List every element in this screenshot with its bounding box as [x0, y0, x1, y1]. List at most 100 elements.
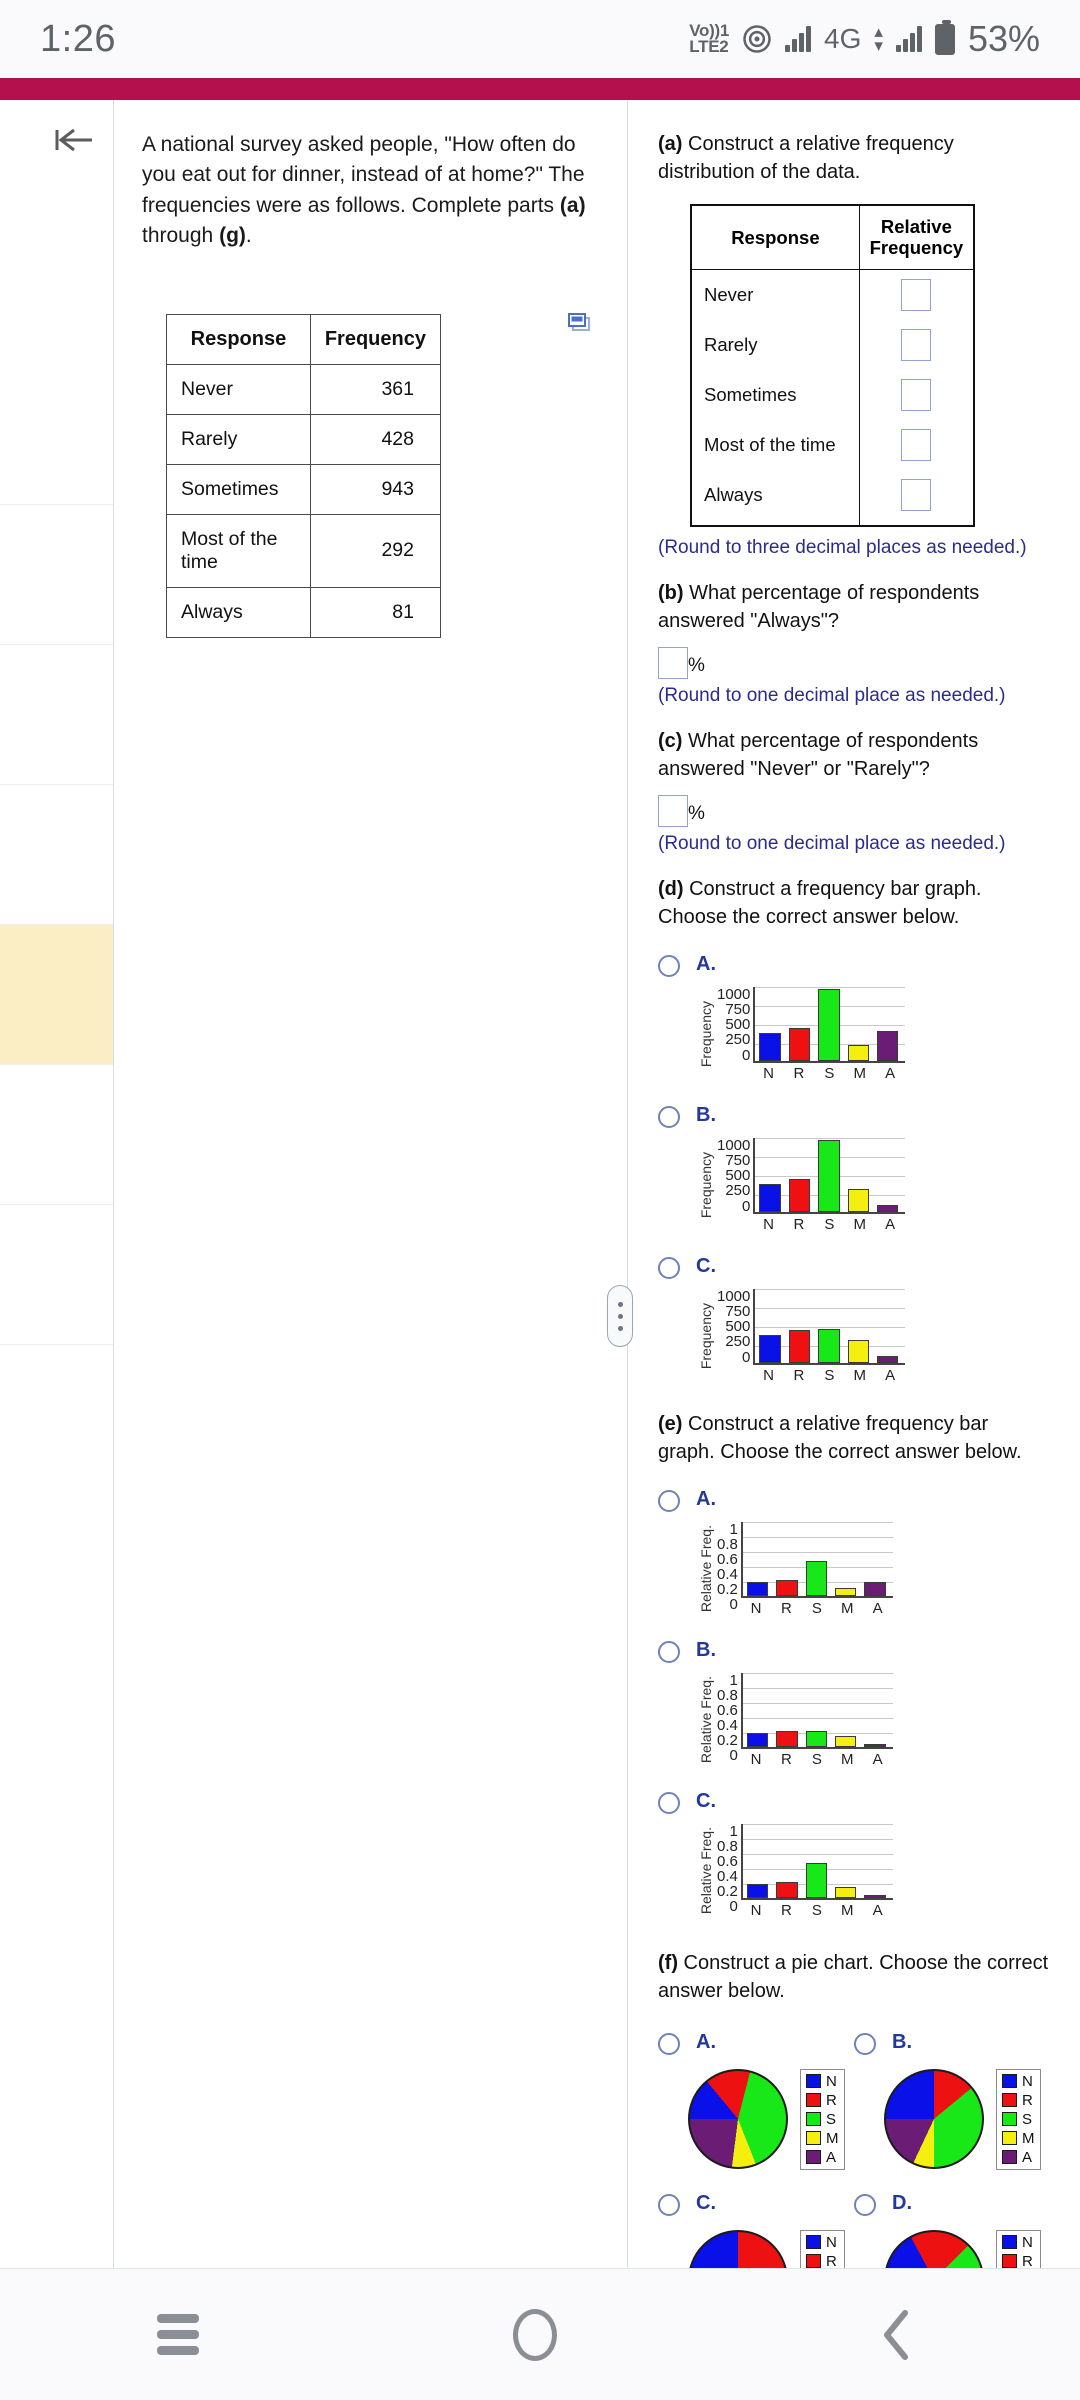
rail-row[interactable]	[0, 645, 113, 785]
legend-item: M	[999, 2129, 1038, 2148]
column-header-relative-frequency: Relative Frequency	[858, 204, 975, 270]
rail-row[interactable]	[0, 785, 113, 925]
rail-row[interactable]	[0, 1065, 113, 1205]
back-to-start-icon[interactable]	[52, 125, 96, 160]
relative-frequency-input[interactable]	[901, 328, 932, 361]
radio-button[interactable]	[658, 1791, 680, 1814]
status-clock: 1:26	[40, 17, 116, 60]
bar	[776, 1882, 798, 1898]
rail-row[interactable]	[0, 505, 113, 645]
radio-button[interactable]	[658, 1489, 680, 1512]
part-b-text-2: "Always"?	[750, 609, 839, 632]
part-b-input[interactable]	[658, 646, 688, 679]
x-tick-label: S	[811, 1750, 822, 1768]
radio-button[interactable]	[658, 1640, 680, 1663]
table-header-row: Response Relative Frequency	[690, 204, 975, 270]
back-button[interactable]	[871, 2305, 923, 2365]
option-b-row[interactable]: B.	[854, 2031, 1050, 2055]
option-c-row[interactable]: C.	[658, 2192, 854, 2216]
radio-button[interactable]	[854, 2193, 876, 2216]
legend-item: R	[999, 2252, 1038, 2268]
part-f-option-b[interactable]: B. NRSMA	[854, 2009, 1050, 2170]
option-letter: B.	[696, 1103, 716, 1126]
x-tick-label: R	[793, 1366, 805, 1384]
bar	[864, 1894, 886, 1898]
bar	[805, 1731, 828, 1747]
radio-button[interactable]	[658, 2032, 680, 2055]
copy-to-clipboard-icon[interactable]	[567, 312, 593, 341]
y-tick-label: 0	[742, 1348, 751, 1366]
cell-response: Always	[166, 586, 311, 638]
relative-frequency-input[interactable]	[901, 428, 932, 461]
bar	[818, 1139, 840, 1212]
rail-row[interactable]	[0, 1205, 113, 1345]
part-e-option-a[interactable]: A.	[658, 1488, 1050, 1512]
x-tick-label: S	[824, 1366, 835, 1384]
bar-chart: Frequency 1000 750 500 250 0 N R S M A	[698, 1288, 1050, 1384]
part-d-chart-a: Frequency 1000 750 500 250 0 N R S M A	[658, 986, 1050, 1082]
pane-resize-handle[interactable]	[607, 1285, 633, 1347]
x-tick-label: S	[811, 1599, 822, 1617]
x-tick-label: S	[811, 1901, 822, 1919]
radio-button[interactable]	[658, 1105, 680, 1128]
part-e-option-b[interactable]: B.	[658, 1639, 1050, 1663]
relative-frequency-input[interactable]	[901, 478, 932, 511]
part-d-option-a[interactable]: A.	[658, 953, 1050, 977]
cell-response: Sometimes	[166, 463, 311, 515]
table-header-row: Response Frequency	[166, 313, 442, 365]
part-f-option-c[interactable]: C. NRSMA	[658, 2170, 854, 2268]
option-d-row[interactable]: D.	[854, 2192, 1050, 2216]
pie-legend: NRSMA	[996, 2229, 1041, 2268]
part-d-option-b[interactable]: B.	[658, 1104, 1050, 1128]
radio-button[interactable]	[658, 1256, 680, 1279]
question-line-3: as follows. Complete parts	[307, 193, 555, 217]
volte-icon: Vo))1 LTE2	[689, 23, 729, 56]
option-a-row[interactable]: A.	[658, 2031, 854, 2055]
x-tick-label: A	[872, 1599, 883, 1617]
pie-graphic	[884, 2069, 984, 2170]
part-c-input[interactable]	[658, 794, 688, 827]
y-tick-label: 0.8	[717, 1686, 738, 1704]
home-button[interactable]	[513, 2308, 557, 2361]
legend-label: N	[826, 2072, 837, 2090]
pie-chart: NRSMA	[884, 2068, 1050, 2170]
legend-swatch	[1002, 2112, 1017, 2127]
relative-frequency-input[interactable]	[901, 278, 932, 311]
y-axis-ticks: 1000 750 500 250 0	[717, 1289, 753, 1365]
legend-item: N	[803, 2072, 842, 2091]
part-f-option-a[interactable]: A. NRSMA	[658, 2009, 854, 2170]
y-tick-label: 0	[729, 1746, 738, 1764]
volte-bottom-label: LTE2	[689, 37, 729, 56]
plot-area	[740, 1521, 893, 1598]
part-f-option-d[interactable]: D. NRSMA	[854, 2170, 1050, 2268]
plot-area	[753, 1288, 906, 1365]
table-row: Most of the time	[690, 419, 975, 470]
hamburger-line	[157, 2330, 199, 2339]
cell-input	[858, 319, 975, 370]
y-tick-label: 1	[729, 1671, 738, 1689]
recents-button[interactable]	[157, 2314, 199, 2355]
radio-button[interactable]	[658, 2193, 680, 2216]
relative-frequency-input[interactable]	[901, 378, 932, 411]
bar	[788, 1179, 811, 1212]
bar-chart: Relative Freq. 1 0.8 0.6 0.4 0.2 0 N R S M A	[698, 1521, 1050, 1617]
y-axis-label: Relative Freq.	[698, 1676, 714, 1764]
radio-button[interactable]	[658, 954, 680, 977]
part-d-option-c[interactable]: C.	[658, 1255, 1050, 1279]
x-tick-label: N	[763, 1366, 774, 1384]
bar	[746, 1582, 769, 1596]
y-axis-label: Relative Freq.	[698, 1827, 714, 1915]
legend-item: M	[803, 2129, 842, 2148]
part-e-option-c[interactable]: C.	[658, 1790, 1050, 1814]
hamburger-line	[157, 2346, 199, 2355]
rail-row-active[interactable]	[0, 925, 113, 1065]
part-f-label: (f)	[658, 1951, 678, 1974]
legend-swatch	[1002, 2074, 1017, 2089]
legend-swatch	[806, 2093, 821, 2108]
rail-row[interactable]	[0, 365, 113, 505]
cell-input	[858, 419, 975, 470]
radio-button[interactable]	[854, 2032, 876, 2055]
bar	[864, 1581, 886, 1596]
part-c-prompt: (c) What percentage of respondents answe…	[658, 727, 1050, 783]
legend-label: R	[1022, 2252, 1033, 2268]
